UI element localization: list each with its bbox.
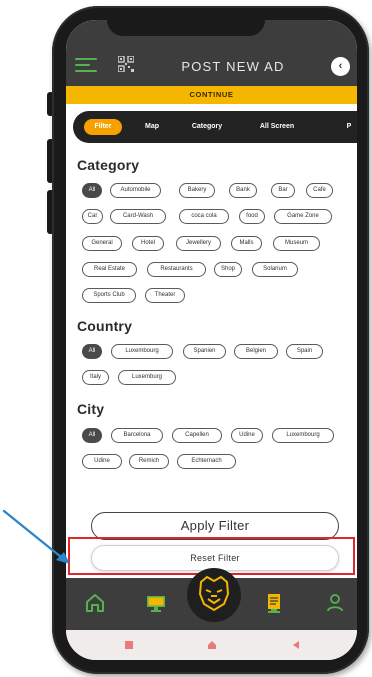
category-chip[interactable]: coca cola bbox=[179, 209, 229, 224]
category-chip[interactable]: Sports Club bbox=[82, 288, 136, 303]
category-chip[interactable]: Malls bbox=[231, 236, 262, 251]
country-chip[interactable]: Italy bbox=[82, 370, 109, 385]
category-chip[interactable]: Hotel bbox=[132, 236, 164, 251]
category-chip[interactable]: Bar bbox=[271, 183, 295, 198]
city-chip[interactable]: Udine bbox=[231, 428, 263, 443]
city-chip[interactable]: Echternach bbox=[177, 454, 236, 469]
city-chip[interactable]: Udine bbox=[82, 454, 122, 469]
continue-button[interactable]: CONTINUE bbox=[66, 86, 357, 104]
phone-notch bbox=[107, 20, 265, 36]
apply-filter-button[interactable]: Apply Filter bbox=[91, 512, 339, 540]
country-chip[interactable]: Luxemburg bbox=[118, 370, 176, 385]
category-chip[interactable]: food bbox=[239, 209, 265, 224]
category-chip[interactable]: Car bbox=[82, 209, 103, 224]
country-chip[interactable]: Spain bbox=[286, 344, 323, 359]
bulldog-logo-icon bbox=[198, 575, 230, 612]
app-screen: POST NEW AD ‹ CONTINUE Filter Map Catego… bbox=[66, 20, 357, 660]
tab-filter[interactable]: Filter bbox=[84, 119, 122, 135]
tab-all-screen[interactable]: All Screen bbox=[253, 119, 301, 135]
tab-map[interactable]: Map bbox=[138, 119, 166, 135]
country-chip[interactable]: Luxembourg bbox=[111, 344, 173, 359]
tab-bar: Filter Map Category All Screen P bbox=[73, 111, 357, 143]
category-heading: Category bbox=[77, 157, 140, 173]
category-chip[interactable]: Real Estate bbox=[82, 262, 137, 277]
system-nav-bar bbox=[66, 630, 357, 660]
tab-category[interactable]: Category bbox=[186, 119, 228, 135]
category-chip[interactable]: Restaurants bbox=[147, 262, 206, 277]
country-chip[interactable]: All bbox=[82, 344, 102, 359]
city-chip[interactable]: Barcelona bbox=[111, 428, 163, 443]
category-chip[interactable]: All bbox=[82, 183, 102, 198]
city-chip[interactable]: Luxembourg bbox=[272, 428, 334, 443]
category-chip[interactable]: Museum bbox=[273, 236, 320, 251]
category-chip[interactable]: Solarium bbox=[252, 262, 298, 277]
category-chip[interactable]: General bbox=[82, 236, 122, 251]
country-chip[interactable]: Spanien bbox=[183, 344, 226, 359]
category-chip[interactable]: Card-Wash bbox=[110, 209, 166, 224]
home-icon[interactable] bbox=[84, 592, 106, 614]
back-key-icon[interactable] bbox=[291, 640, 301, 650]
city-heading: City bbox=[77, 401, 105, 417]
category-chip[interactable]: Automobile bbox=[110, 183, 161, 198]
category-chip[interactable]: Theater bbox=[145, 288, 185, 303]
category-chip[interactable]: Bank bbox=[229, 183, 257, 198]
monitor-icon[interactable] bbox=[145, 592, 167, 614]
city-chip[interactable]: Capellen bbox=[172, 428, 222, 443]
page-title: POST NEW AD bbox=[181, 59, 285, 74]
chevron-left-icon[interactable]: ‹ bbox=[331, 57, 350, 76]
document-icon[interactable] bbox=[263, 592, 285, 614]
category-chip[interactable]: Shop bbox=[214, 262, 242, 277]
country-heading: Country bbox=[77, 318, 133, 334]
center-action-button[interactable] bbox=[187, 568, 241, 622]
category-chip[interactable]: Bakery bbox=[179, 183, 215, 198]
country-chip[interactable]: Belgien bbox=[234, 344, 278, 359]
arrow-annotation bbox=[2, 509, 70, 564]
home-key-icon[interactable] bbox=[207, 640, 217, 650]
city-chip[interactable]: All bbox=[82, 428, 102, 443]
tab-p[interactable]: P bbox=[343, 119, 355, 135]
hamburger-icon[interactable] bbox=[75, 58, 97, 72]
qr-code-icon[interactable] bbox=[118, 56, 134, 72]
category-chip[interactable]: Jewellery bbox=[176, 236, 221, 251]
user-icon[interactable] bbox=[324, 592, 346, 614]
recent-apps-icon[interactable] bbox=[124, 640, 134, 650]
category-chip[interactable]: Cafe bbox=[306, 183, 333, 198]
category-chip[interactable]: Game Zone bbox=[274, 209, 332, 224]
city-chip[interactable]: Remich bbox=[129, 454, 169, 469]
